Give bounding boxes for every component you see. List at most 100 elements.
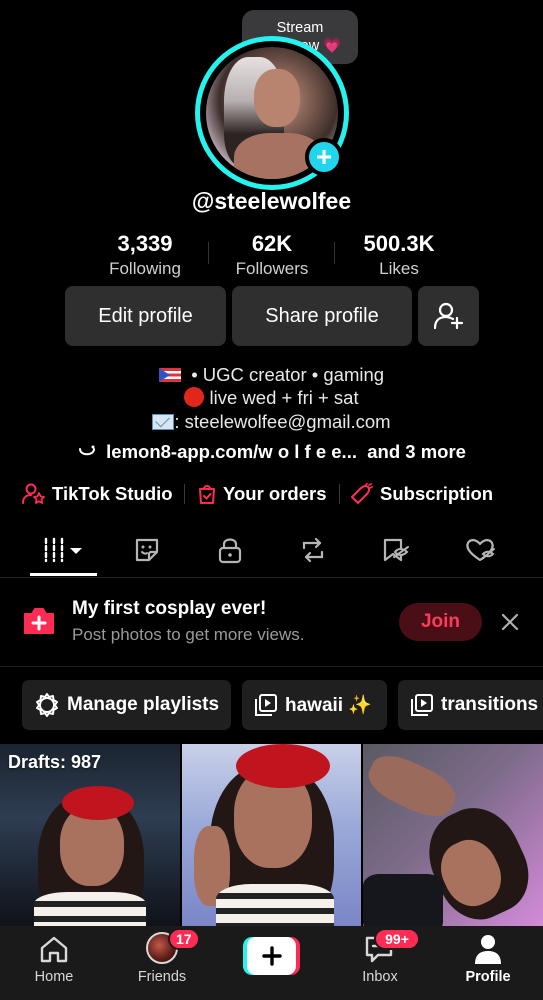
drafts-label: Drafts: 987 [8,752,102,772]
stat-label: Following [109,259,181,278]
create-button[interactable] [243,937,300,975]
sticker-icon [135,538,159,562]
tab-favorites[interactable] [366,530,426,570]
plus-icon [262,946,282,966]
stat-likes[interactable]: 500.3K Likes [339,230,459,280]
banner-subtitle: Post photos to get more views. [72,625,305,644]
email-icon [152,414,175,430]
playlist-transitions-chip[interactable]: transitions [398,680,543,730]
thumb-shirt [216,884,334,926]
friends-badge: 17 [168,928,200,950]
nav-label: Profile [465,969,511,985]
your-orders-link[interactable]: Your orders [197,480,326,508]
grid-icon [44,537,82,563]
quick-link-label: Subscription [380,483,494,504]
stats-row: 3,339 Following 62K Followers 500.3K Lik… [0,230,543,282]
repost-icon [302,537,324,563]
stat-value: 3,339 [117,231,173,256]
tab-reposts[interactable] [283,530,343,570]
bookmark-icon [383,538,409,562]
thumb-beret [62,786,134,820]
stat-following[interactable]: 3,339 Following [85,230,205,280]
gear-icon [36,693,58,717]
profile-icon [475,935,501,964]
quick-divider [184,484,185,504]
stat-label: Followers [235,259,309,278]
bio-text: • UGC creator • gaming [191,364,385,385]
playlist-hawaii-chip[interactable]: hawaii ✨ [242,680,387,730]
lock-icon [218,538,242,564]
video-thumbnail-drafts[interactable]: Drafts: 987 [0,744,180,926]
nav-label: Friends [137,969,187,985]
tab-stickers[interactable] [117,530,177,570]
tab-private[interactable] [200,530,260,570]
share-profile-button[interactable]: Share profile [232,286,412,346]
username: @steelewolfee [191,188,352,214]
chip-label: Manage playlists [67,694,220,715]
nav-label: Home [34,969,74,985]
bio-link-row[interactable]: lemon8-app.com/w o l f e e... and 3 more [0,441,543,463]
stat-value: 500.3K [363,231,435,256]
thumb-arm [363,747,463,825]
nav-label: Inbox [362,969,398,985]
video-thumbnail[interactable] [182,744,361,926]
quick-link-label: TikTok Studio [52,483,173,504]
close-icon [501,613,519,631]
inbox-badge: 99+ [374,928,420,950]
content-tabs [0,530,543,576]
stat-label: Likes [379,259,419,278]
thumb-beret [236,744,330,788]
bottom-nav: Home 17 Friends 99+ Inbox Profile [0,926,543,1000]
playlist-icon [411,694,433,716]
heart-icon [466,539,495,562]
quick-divider [339,484,340,504]
avatar[interactable]: + [195,36,349,190]
stat-followers[interactable]: 62K Followers [212,230,332,280]
add-story-icon[interactable]: + [305,138,343,176]
playlist-icon [255,694,277,716]
nav-home[interactable]: Home [4,926,104,1000]
add-friend-button[interactable] [418,286,479,346]
subscription-link[interactable]: Subscription [350,480,493,508]
studio-icon [22,483,45,504]
chip-label: transitions [441,694,539,715]
thumb-shirt [34,892,146,926]
video-thumbnail[interactable] [363,744,543,926]
camera-add-icon [24,608,54,634]
tab-liked[interactable] [450,530,510,570]
bio-text: : steelewolfee@gmail.com [174,411,391,432]
bio-line-1: • UGC creator • gaming [0,364,543,386]
cosplay-banner[interactable]: My first cosplay ever! Post photos to ge… [0,578,543,666]
manage-playlists-chip[interactable]: Manage playlists [22,680,231,730]
stat-value: 62K [251,231,293,256]
quick-link-label: Your orders [223,483,327,504]
nav-inbox[interactable]: 99+ Inbox [330,926,430,1000]
close-button[interactable] [498,610,522,634]
bio-line-2: live wed + fri + sat [0,387,543,409]
stat-divider [208,242,209,264]
nav-friends[interactable]: 17 Friends [112,926,212,1000]
subscription-icon [351,483,373,504]
status-line-1: Stream [276,20,324,36]
orders-icon [199,485,215,504]
avatar-face [254,69,300,127]
add-friend-icon [433,302,463,330]
bio-line-3: : steelewolfee@gmail.com [0,411,543,433]
tiktok-studio-link[interactable]: TikTok Studio [22,480,173,508]
thumb-shirt [363,874,443,926]
home-icon [40,936,68,963]
link-icon [79,445,96,456]
bio-text: live wed + fri + sat [209,387,359,408]
nav-profile[interactable]: Profile [438,926,538,1000]
divider [0,666,543,667]
banner-title: My first cosplay ever! [72,598,267,619]
puerto-rico-flag-icon [158,368,181,382]
red-circle-icon [184,387,205,407]
join-button[interactable]: Join [399,603,482,641]
active-tab-indicator [30,573,97,576]
edit-profile-button[interactable]: Edit profile [65,286,226,346]
bio-link[interactable]: lemon8-app.com/w o l f e e... [106,441,357,462]
tab-videos[interactable] [34,530,94,570]
stat-divider [334,242,335,264]
bio-more-link[interactable]: and 3 more [367,441,466,462]
